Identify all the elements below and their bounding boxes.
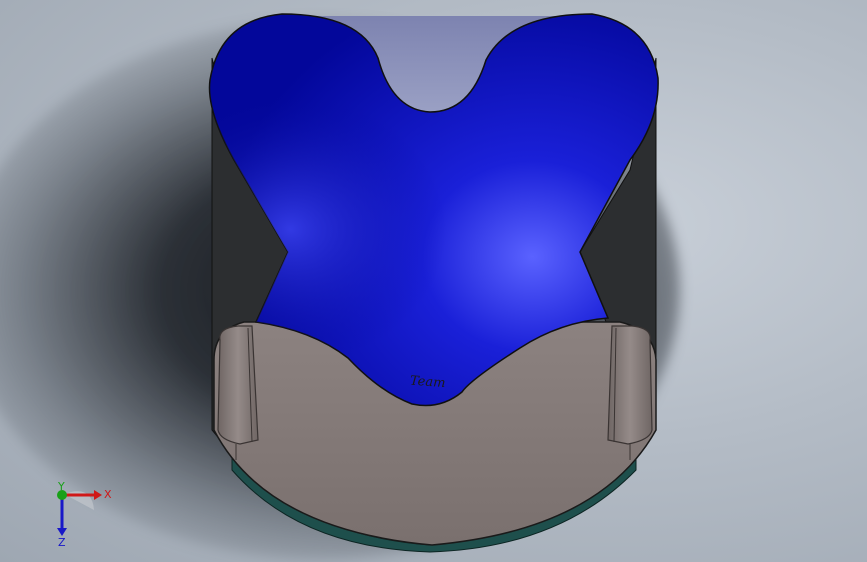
x-axis-label: X bbox=[104, 488, 112, 501]
graphics-viewport[interactable]: Team X Y Z bbox=[0, 0, 867, 562]
engraved-text: Team bbox=[409, 374, 445, 391]
x-axis-arrow bbox=[94, 490, 102, 500]
z-axis-label: Z bbox=[58, 536, 66, 548]
coordinate-triad[interactable]: X Y Z bbox=[44, 478, 124, 548]
z-axis-arrow bbox=[57, 528, 67, 536]
y-axis-label: Y bbox=[57, 480, 65, 493]
3d-model[interactable]: Team bbox=[0, 0, 867, 562]
